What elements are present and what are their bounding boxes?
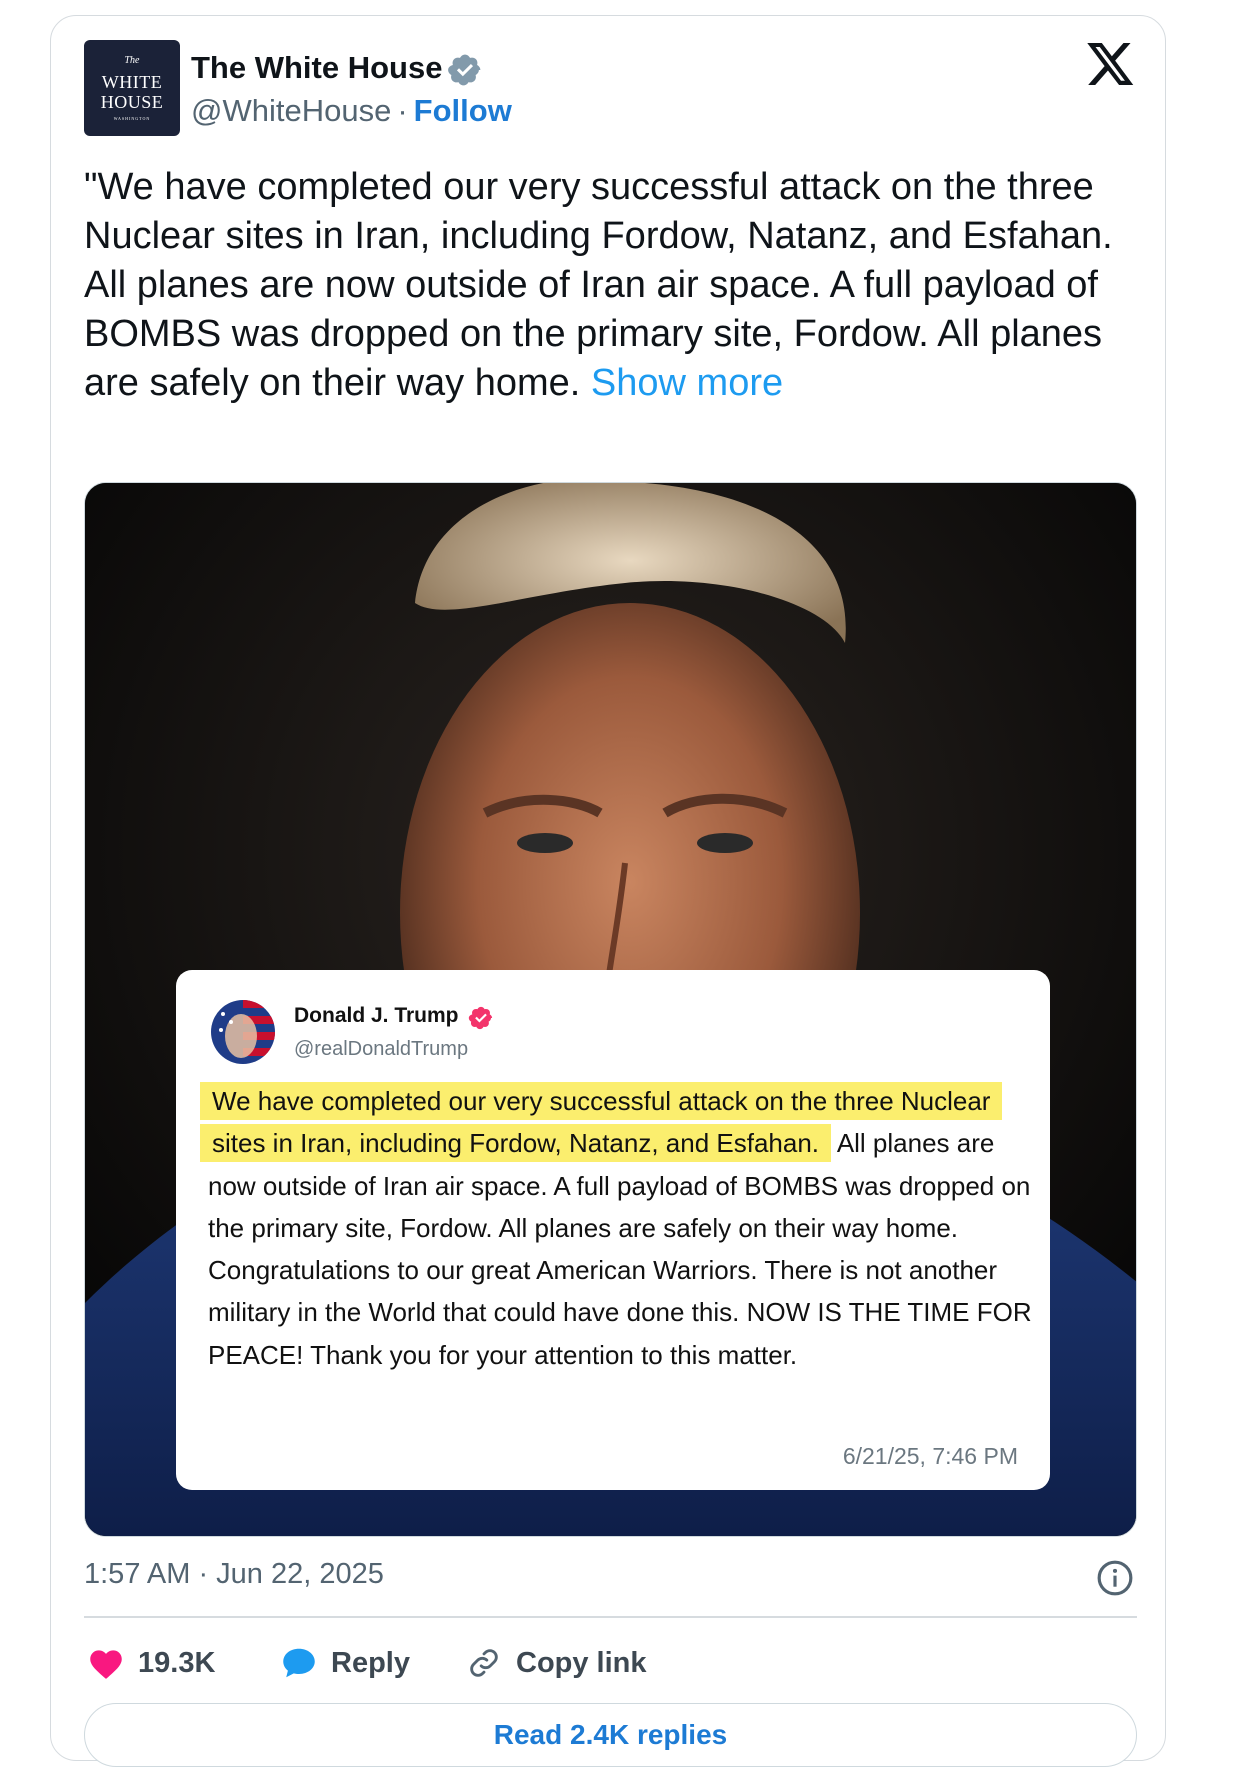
quoted-post-card[interactable]: Donald J. Trump @realDonaldTrump We have… [176,970,1050,1490]
show-more-link[interactable]: Show more [591,362,783,404]
link-icon [470,1649,498,1677]
speech-bubble-icon [283,1648,315,1678]
media-image[interactable]: Donald J. Trump @realDonaldTrump We have… [84,482,1137,1537]
white-house-avatar[interactable]: The WHITE HOUSE WASHINGTON [84,40,180,136]
divider [84,1616,1137,1618]
heart-icon [90,1650,122,1679]
x-logo-icon[interactable] [1087,43,1135,87]
logo-line-3: HOUSE [100,92,164,112]
info-icon[interactable] [1096,1559,1134,1597]
quoted-author-handle[interactable]: @realDonaldTrump [294,1038,468,1061]
quoted-post-time: 6/21/25, 7:46 PM [842,1443,1018,1469]
reply-label: Reply [331,1646,410,1679]
trump-avatar[interactable] [211,1000,275,1064]
logo-line-1: The [124,55,140,66]
logo-line-2: WHITE [101,72,163,92]
verified-badge-icon [448,54,481,86]
quoted-author-name[interactable]: Donald J. Trump [294,1004,459,1028]
account-handle[interactable]: @WhiteHouse [191,93,391,128]
separator-dot: · [397,93,408,128]
post-timestamp[interactable]: 1:57 AM · Jun 22, 2025 [84,1558,384,1591]
copy-link-label: Copy link [516,1646,647,1679]
tweet-text: "We have completed our very successful a… [84,163,1124,408]
display-name[interactable]: The White House [191,48,442,88]
copy-link-button[interactable]: Copy link [466,1640,647,1686]
quoted-body-text: All planes are now outside of Iran air s… [208,1128,1032,1370]
like-button[interactable]: 19.3K [88,1640,215,1686]
quoted-post-text: We have completed our very successful at… [200,1080,1038,1376]
logo-line-4: WASHINGTON [113,116,151,121]
follow-button[interactable]: Follow [414,93,512,128]
reply-button[interactable]: Reply [281,1640,410,1686]
account-handle-row: @WhiteHouse · Follow [191,91,512,131]
like-count: 19.3K [138,1646,216,1679]
read-replies-button[interactable]: Read 2.4K replies [84,1703,1137,1767]
verified-badge-icon [468,1006,493,1030]
